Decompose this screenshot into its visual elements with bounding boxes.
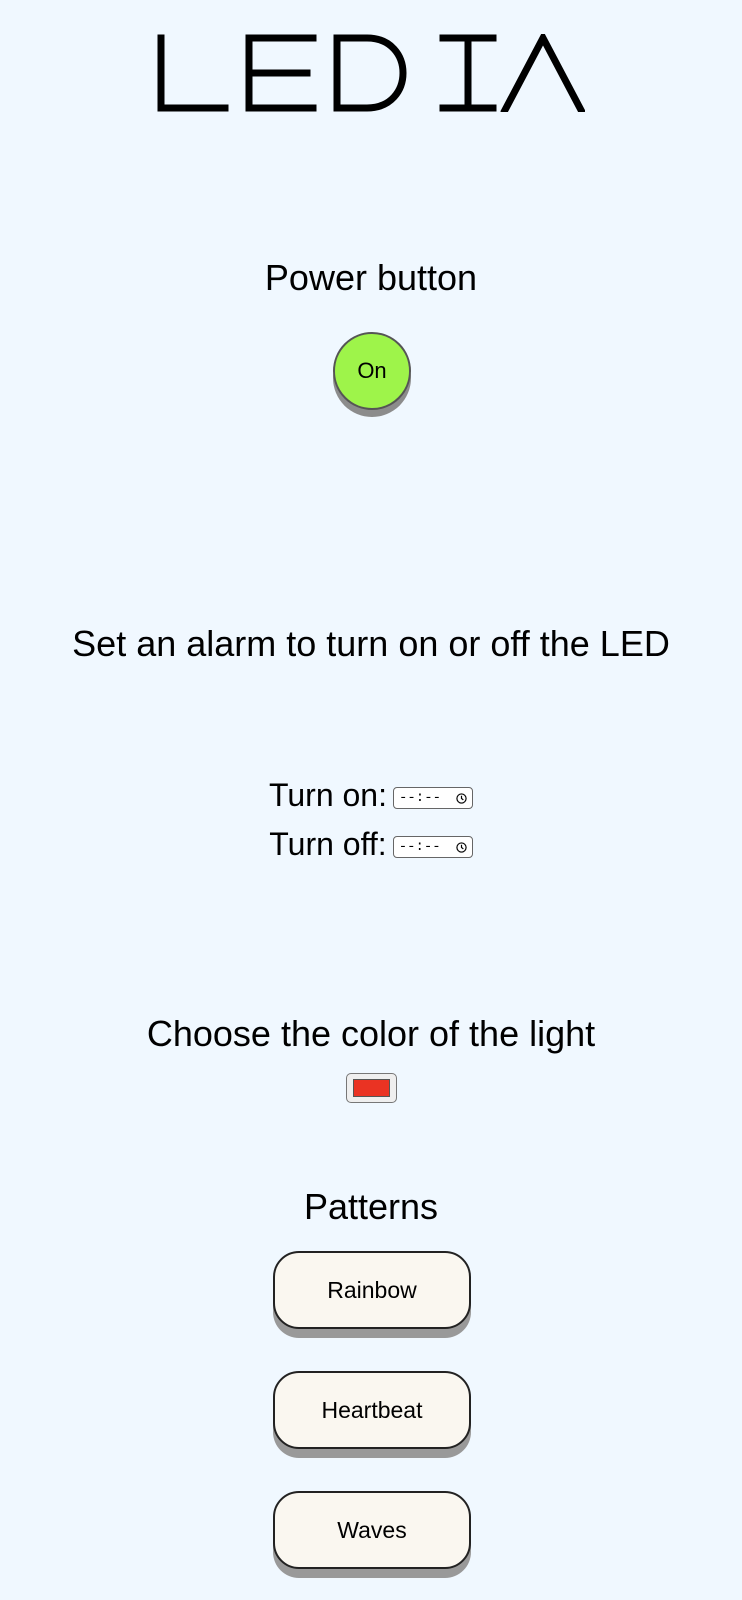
turn-off-row: Turn off: --:-- [0,824,742,864]
ledia-logo: LEDIA [0,30,742,116]
rainbow-button-label: Rainbow [327,1276,417,1303]
power-button-label: On [357,358,387,383]
rainbow-button[interactable]: Rainbow [273,1251,471,1329]
clock-icon[interactable] [456,792,467,804]
patterns-heading: Patterns [303,1186,439,1227]
turn-on-time-input[interactable]: --:-- [392,787,473,809]
heartbeat-button[interactable]: Heartbeat [273,1371,471,1449]
turn-off-time-input[interactable]: --:-- [392,836,473,858]
waves-button[interactable]: Waves [273,1491,471,1569]
turn-on-row: Turn on: --:-- [0,775,742,815]
logo-wordmark [157,34,585,112]
clock-icon[interactable] [456,841,467,853]
alarm-heading: Set an alarm to turn on or off the LED [72,623,670,664]
power-heading: Power button [264,257,478,298]
turn-on-time-value: --:-- [398,790,441,806]
turn-on-label: Turn on: [269,777,387,813]
color-swatch-fill [353,1079,390,1097]
waves-button-label: Waves [337,1516,407,1543]
turn-off-label: Turn off: [269,826,387,862]
heartbeat-button-label: Heartbeat [321,1396,423,1423]
power-button[interactable]: On [333,332,411,410]
color-heading: Choose the color of the light [146,1013,596,1054]
turn-off-time-value: --:-- [398,839,441,855]
color-picker[interactable] [346,1073,397,1103]
